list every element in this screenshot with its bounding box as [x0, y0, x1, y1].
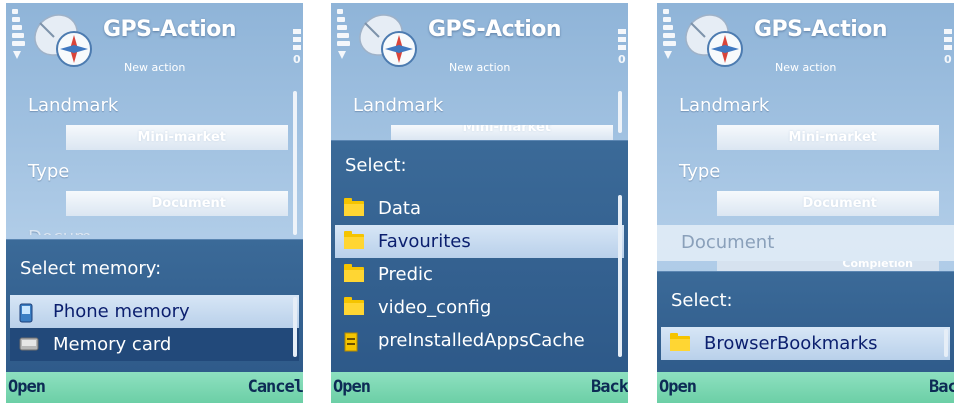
battery-icon: 0	[293, 29, 301, 73]
battery-icon: 0	[618, 29, 626, 73]
popup-scrollbar[interactable]	[293, 297, 297, 357]
back-softkey[interactable]: Back	[929, 377, 954, 397]
document-label: Document	[681, 232, 775, 253]
list-item-preinstalled-apps-cache[interactable]: preInstalledAppsCache	[335, 324, 624, 357]
folder-icon	[344, 230, 364, 251]
app-title: GPS-Action	[103, 17, 237, 42]
bookmark-list: BrowserBookmarks	[661, 327, 950, 360]
type-field[interactable]: Document	[66, 191, 288, 216]
list-item-label: Phone memory	[53, 301, 190, 322]
select-folder-popup: Select: Data Favourites Predic video_con…	[331, 140, 628, 403]
phone-icon	[19, 303, 39, 322]
app-subtitle: New action	[124, 61, 186, 74]
list-item-label: video_config	[378, 297, 492, 318]
folder-icon	[344, 197, 364, 218]
landmark-field[interactable]: Mini-market	[391, 125, 613, 140]
softkey-bar: Open Back	[331, 372, 628, 403]
app-title: GPS-Action	[754, 17, 888, 42]
satellite-compass-icon	[685, 14, 743, 67]
folder-icon	[344, 296, 364, 317]
list-item-predic[interactable]: Predic	[335, 258, 624, 291]
popup-title: Select memory:	[20, 258, 162, 279]
list-item-label: Favourites	[378, 231, 471, 252]
list-item-browser-bookmarks[interactable]: BrowserBookmarks	[661, 327, 950, 360]
popup-title: Select:	[345, 155, 407, 176]
phone-screen-select-bookmarks: 0 GPS-Action New action Landmark Mini-ma…	[657, 3, 954, 403]
file-icon	[344, 332, 364, 351]
type-label: Type	[679, 161, 721, 182]
list-item-label: BrowserBookmarks	[704, 333, 878, 354]
type-label: Type	[28, 161, 70, 182]
list-item-label: Data	[378, 198, 421, 219]
folder-icon	[344, 263, 364, 284]
open-softkey[interactable]: Open	[659, 377, 697, 397]
phone-screen-select-folder: 0 GPS-Action New action Landmark Mini-ma…	[331, 3, 628, 403]
document-row[interactable]: Document	[657, 225, 954, 261]
form-scrollbar[interactable]	[293, 91, 297, 235]
document-field[interactable]: Completion	[717, 261, 939, 271]
phone-screen-select-memory: 0 GPS-Action New action Landmark Mini-ma…	[6, 3, 303, 403]
app-title: GPS-Action	[428, 17, 562, 42]
folder-list: Data Favourites Predic video_config preI…	[335, 192, 624, 360]
list-item-video-config[interactable]: video_config	[335, 291, 624, 324]
back-softkey[interactable]: Back	[591, 377, 628, 397]
list-item-label: preInstalledAppsCache	[378, 330, 585, 351]
list-item-favourites[interactable]: Favourites	[335, 225, 624, 258]
softkey-bar: Open Back	[657, 372, 954, 403]
popup-scrollbar[interactable]	[618, 195, 622, 357]
open-softkey[interactable]: Open	[8, 377, 46, 397]
form-scrollbar[interactable]	[618, 91, 622, 133]
satellite-compass-icon	[34, 14, 92, 67]
type-field[interactable]: Document	[717, 191, 939, 216]
satellite-compass-icon	[359, 14, 417, 67]
popup-scrollbar[interactable]	[944, 329, 948, 357]
memory-list: Phone memory Memory card	[10, 295, 299, 361]
popup-title: Select:	[671, 290, 733, 311]
open-softkey[interactable]: Open	[333, 377, 371, 397]
app-subtitle: New action	[775, 61, 837, 74]
folder-icon	[670, 332, 690, 353]
battery-icon: 0	[944, 29, 952, 73]
softkey-bar: Open Cancel	[6, 372, 303, 403]
list-item-phone-memory[interactable]: Phone memory	[10, 295, 299, 328]
list-item-label: Memory card	[53, 334, 172, 355]
list-item-data[interactable]: Data	[335, 192, 624, 225]
cancel-softkey[interactable]: Cancel	[248, 377, 303, 397]
app-subtitle: New action	[449, 61, 511, 74]
list-item-label: Predic	[378, 264, 433, 285]
landmark-label: Landmark	[28, 95, 119, 116]
list-item-memory-card[interactable]: Memory card	[10, 328, 299, 361]
landmark-label: Landmark	[679, 95, 770, 116]
landmark-field[interactable]: Mini-market	[66, 125, 288, 150]
memory-card-icon	[19, 336, 39, 354]
document-label-peek: Docum	[28, 225, 92, 235]
landmark-field[interactable]: Mini-market	[717, 125, 939, 150]
landmark-label: Landmark	[353, 95, 444, 116]
